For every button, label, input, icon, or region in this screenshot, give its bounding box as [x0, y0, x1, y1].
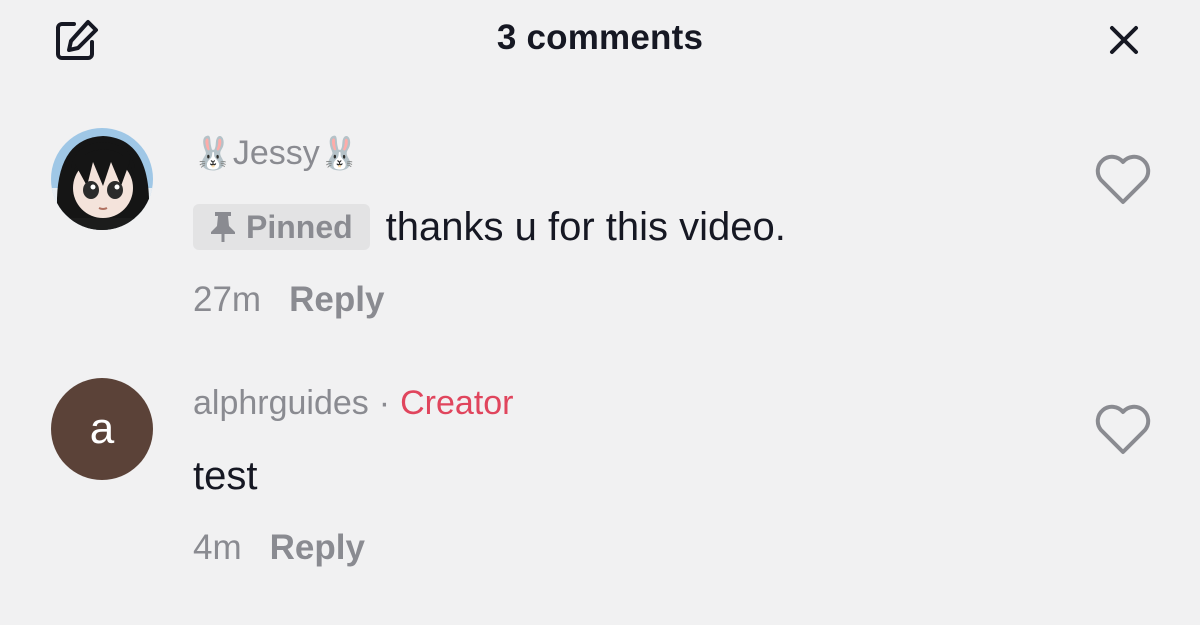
comments-header: 3 comments [0, 0, 1200, 80]
separator-dot: · [378, 384, 391, 422]
comment-time: 27m [193, 280, 262, 319]
page-title: 3 comments [496, 18, 704, 57]
username-text: Jessy [232, 134, 320, 172]
pinned-label: Pinned [246, 208, 353, 245]
heart-icon [1095, 404, 1151, 454]
pin-icon [211, 212, 235, 242]
comment-username[interactable]: 🐰Jessy🐰 [193, 134, 360, 173]
creator-badge: Creator [400, 384, 514, 422]
comment-meta: 27m Reply [193, 280, 384, 320]
bunny-emoji-icon: 🐰 [193, 135, 233, 171]
username-text[interactable]: alphrguides [193, 384, 369, 422]
comment-time: 4m [193, 528, 242, 567]
comment-username: alphrguides · Creator [193, 384, 514, 423]
avatar[interactable]: a [51, 378, 153, 480]
comment-text: thanks u for this video. [385, 204, 786, 249]
heart-icon [1095, 154, 1151, 204]
reply-button[interactable]: Reply [289, 280, 384, 319]
bunny-emoji-icon: 🐰 [319, 135, 360, 171]
avatar[interactable] [51, 128, 153, 230]
comment-body: test [193, 454, 257, 499]
comment-meta: 4m Reply [193, 528, 365, 568]
comment-body: Pinned thanks u for this video. [193, 204, 786, 250]
pinned-badge: Pinned [193, 204, 370, 250]
like-button[interactable] [1092, 402, 1154, 458]
anime-avatar-icon [51, 128, 153, 230]
close-button[interactable] [1104, 20, 1144, 60]
like-button[interactable] [1092, 152, 1154, 208]
close-icon [1110, 26, 1138, 54]
reply-button[interactable]: Reply [270, 528, 365, 567]
comment-text: test [193, 454, 258, 498]
